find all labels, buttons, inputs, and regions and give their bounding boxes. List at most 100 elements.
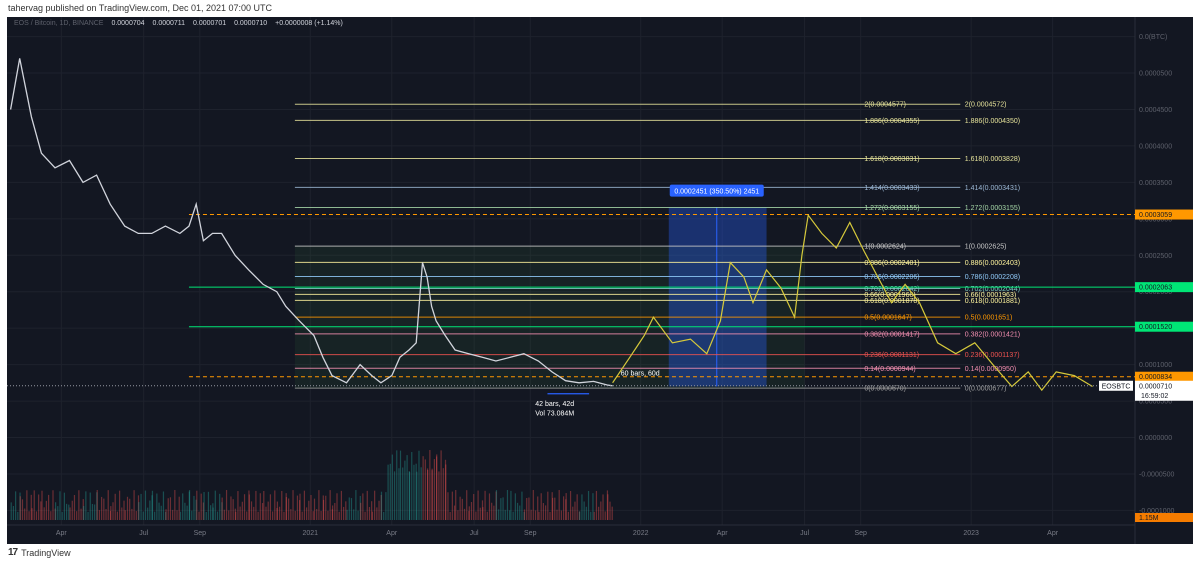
volume-bar — [470, 502, 473, 520]
low-value: 0.0000701 — [193, 20, 227, 27]
volume-bar — [126, 496, 129, 520]
volume-bar — [103, 498, 105, 520]
volume-bar — [186, 505, 188, 520]
volume-bar — [607, 494, 609, 520]
volume-bar — [200, 493, 202, 520]
x-tick-label: 2022 — [633, 530, 649, 537]
volume-bar — [411, 452, 413, 520]
volume-bar — [593, 511, 595, 520]
volume-bar — [604, 511, 606, 520]
chart-panel[interactable]: 0.0(BTC) 0.0000500 0.0004500 0.0004000 0.000… — [7, 17, 1193, 544]
volume-bar — [332, 505, 334, 520]
volume-bar — [83, 505, 85, 520]
volume-bar — [129, 498, 131, 520]
volume-bar — [609, 501, 611, 520]
volume-bar — [484, 490, 486, 520]
volume-bar — [422, 456, 424, 520]
fib-level-label: 2(0.0004572) — [965, 102, 1007, 109]
volume-bar — [261, 503, 264, 520]
fib-level-label: 0.382(0.0001421) — [965, 331, 1020, 338]
volume-bar — [565, 493, 567, 520]
volume-bar — [94, 504, 96, 520]
change-value: +0.0000008 (+1.14%) — [275, 20, 343, 27]
ohlc-legend: EOS / Bitcoin, 1D, BINANCE 0.0000704 0.0… — [14, 20, 343, 27]
volume-bar — [71, 500, 73, 520]
volume-bar — [371, 511, 374, 520]
x-tick-label: Apr — [386, 530, 398, 537]
volume-bar — [429, 450, 431, 520]
fib-level-label: 1.618(0.0003828) — [965, 156, 1020, 163]
volume-bar — [479, 507, 481, 520]
volume-bar — [250, 501, 253, 520]
fib-level-label: 0.886(0.0002403) — [965, 260, 1020, 267]
volume-bar — [602, 494, 604, 520]
volume-bar — [281, 490, 283, 520]
volume-bar — [534, 510, 537, 520]
volume-bar — [459, 496, 461, 520]
volume-bar — [387, 464, 389, 520]
volume-bar — [447, 492, 449, 520]
volume-bar — [348, 497, 350, 520]
volume-bar — [257, 511, 259, 520]
volume-bar — [184, 502, 186, 520]
volume-bar — [91, 504, 94, 520]
volume-bar — [404, 460, 406, 520]
volume-bar — [560, 510, 562, 520]
volume-bar — [431, 468, 433, 520]
volume-bar — [600, 501, 602, 520]
volume-bar — [322, 499, 325, 520]
volume-bar — [169, 497, 172, 520]
volume-bar — [278, 506, 281, 520]
volume-bar — [158, 502, 160, 520]
x-tick-label: Jul — [800, 530, 809, 537]
fib-level-label: 0.5(0.0001647) — [864, 315, 911, 322]
fib-level-label: 1.272(0.0003155) — [965, 205, 1020, 212]
volume-bar — [509, 510, 511, 520]
volume-bar — [312, 511, 314, 520]
volume-bar — [241, 501, 243, 520]
volume-bar — [87, 511, 89, 520]
volume-bar — [299, 493, 301, 520]
volume-bar — [466, 490, 468, 520]
volume-bar — [338, 511, 340, 520]
volume-bar — [165, 509, 167, 520]
level-price-label: 0.0001520 — [1139, 324, 1172, 331]
volume-bar — [313, 498, 316, 520]
volume-bar — [545, 505, 547, 520]
fib-level-label: 0.886(0.0002401) — [864, 260, 919, 267]
volume-bar — [519, 505, 521, 520]
volume-bar — [212, 507, 214, 520]
volume-bar — [182, 493, 184, 520]
volume-bar — [203, 492, 205, 520]
volume-bar — [562, 496, 565, 520]
volume-bar — [500, 498, 502, 520]
volume-bar — [477, 490, 479, 520]
y-tick-label: 0.0001000 — [1139, 362, 1172, 369]
volume-bar — [179, 511, 182, 520]
fib-level-label: 0.14(0.0000944) — [864, 366, 915, 373]
fib-level-label: 1(0.0002625) — [965, 244, 1007, 251]
volume-bar — [176, 510, 178, 520]
symbol-tag-label: EOSBTC — [1102, 383, 1131, 390]
volume-bar — [402, 467, 404, 520]
volume-bar — [133, 490, 135, 520]
volume-bar — [512, 511, 514, 520]
price-chart[interactable]: 0.0(BTC) 0.0000500 0.0004500 0.0004000 0.000… — [7, 17, 1193, 544]
volume-bar — [521, 491, 523, 520]
volume-bar — [35, 511, 38, 520]
fib-level-label: 0.786(0.0002208) — [965, 274, 1020, 281]
volume-bar — [123, 500, 125, 520]
x-tick-label: Apr — [1047, 530, 1059, 537]
volume-bar — [28, 511, 30, 520]
volume-bar — [455, 490, 457, 520]
volume-bar — [210, 505, 212, 520]
volume-bar — [288, 498, 290, 520]
volume-bar — [232, 499, 234, 520]
volume-bar — [285, 497, 288, 520]
volume-bar — [345, 501, 347, 520]
price-range-label: 0.0002451 (350.50%) 2451 — [674, 189, 759, 196]
volume-bar — [239, 506, 241, 520]
volume-bar — [45, 500, 48, 520]
tradingview-logo-icon: 17 — [8, 547, 18, 558]
volume-bar — [228, 510, 230, 520]
